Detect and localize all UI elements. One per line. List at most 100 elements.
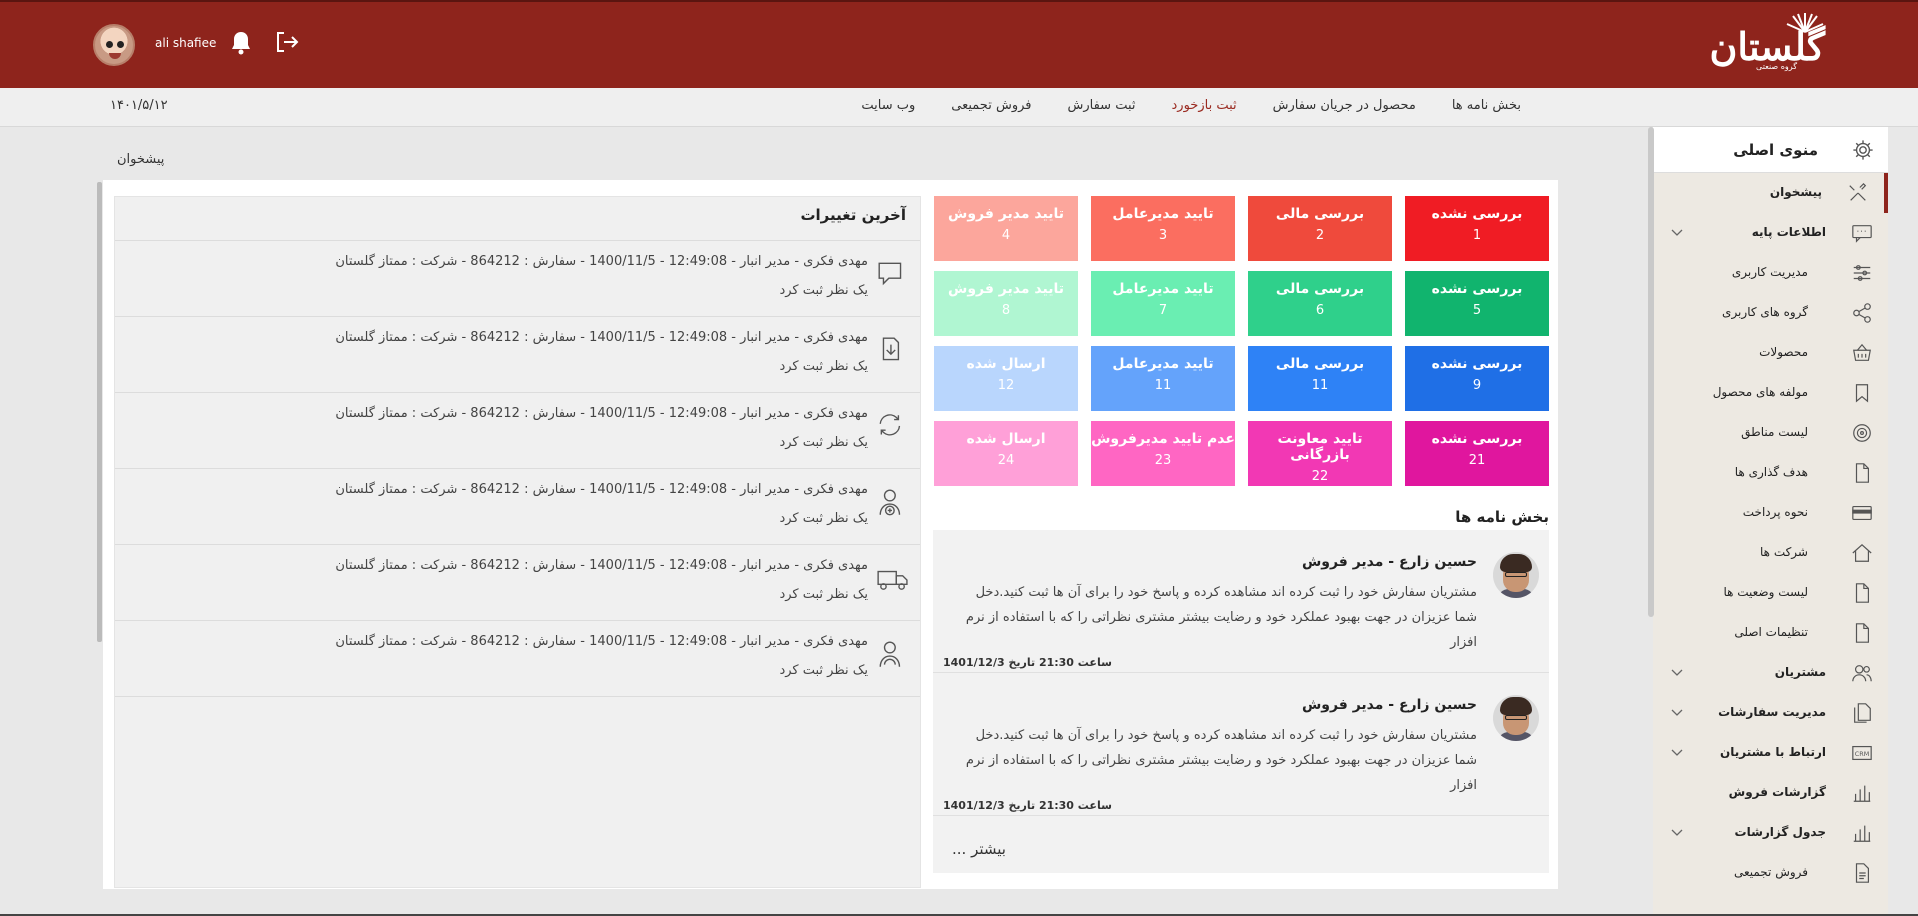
logout-icon[interactable] [274,30,300,54]
status-tile[interactable]: تایید مدیر فروش 4 [934,196,1078,261]
card-icon [1850,502,1874,524]
nav-link-products-in-order[interactable]: محصول در جریان سفارش [1273,98,1416,113]
document-icon [1850,462,1874,484]
sidebar-item-14[interactable]: CRM ارتباط با مشتریان [1653,733,1888,773]
chevron-down-icon[interactable] [1671,707,1683,717]
sidebar-item-10[interactable]: لیست وضعیت ها [1653,573,1888,613]
status-tile[interactable]: بررسی مالی 11 [1248,346,1392,411]
sidebar-item-15[interactable]: گزارشات فروش [1653,773,1888,813]
sidebar-item-2[interactable]: مدیریت کاربری [1653,253,1888,293]
house-icon [1850,542,1874,564]
sidebar-item-17[interactable]: فروش تجمیعی [1653,853,1888,893]
bar-chart-icon [1850,782,1874,804]
status-tile-count: 2 [1315,228,1325,243]
chevron-down-icon[interactable] [1671,747,1683,757]
users-icon [1850,662,1874,684]
status-tiles: بررسی نشده 1 بررسی مالی 2 تایید مدیرعامل 3 تای… [933,196,1549,486]
sidebar-item-6[interactable]: لیست مناطق [1653,413,1888,453]
change-detail: مهدی فکری - مدیر انبار - 12:49:08 - 1400… [335,558,868,573]
change-detail: مهدی فکری - مدیر انبار - 12:49:08 - 1400… [335,634,868,649]
change-row[interactable]: مهدی فکری - مدیر انبار - 12:49:08 - 1400… [115,620,920,696]
nav-link-website[interactable]: وب سایت [861,98,915,113]
nav-link-circulars[interactable]: بخش نامه ها [1452,98,1521,113]
sidebar-item-label: پیشخوان [1769,185,1822,199]
status-tile[interactable]: تایید معاونت بازرگانی 22 [1248,421,1392,486]
username[interactable]: ali shafiee [155,36,216,50]
status-tile[interactable]: ارسال شده 24 [934,421,1078,486]
status-tile[interactable]: عدم تایید مدیرفروش 23 [1091,421,1235,486]
status-tile-title: عدم تایید مدیرفروش [1091,431,1235,447]
sidebar-item-8[interactable]: نحوه پرداخت [1653,493,1888,533]
user-sync-icon [876,638,908,672]
status-tile-count: 23 [1154,453,1172,468]
change-action: یک نظر ثبت کرد [779,663,868,678]
circulars-panel: حسین زارع - مدیر فروش مشتریان سفارش خود ر… [933,530,1549,873]
change-action: یک نظر ثبت کرد [779,511,868,526]
nav-link-new-order[interactable]: ثبت سفارش [1068,98,1136,113]
status-tile[interactable]: بررسی نشده 21 [1405,421,1549,486]
nav-link-feedback[interactable]: ثبت بازخورد [1172,98,1237,113]
sidebar-item-label: فروش تجمیعی [1733,865,1808,879]
status-tile[interactable]: تایید مدیر فروش 8 [934,271,1078,336]
change-row[interactable]: مهدی فکری - مدیر انبار - 12:49:08 - 1400… [115,468,920,544]
status-tile-title: ارسال شده [966,356,1046,372]
more-link[interactable]: بیشتر ... [952,840,1006,858]
author-name: حسین زارع - مدیر فروش [1301,554,1477,570]
chevron-down-icon[interactable] [1671,667,1683,677]
change-row[interactable]: مهدی فکری - مدیر انبار - 12:49:08 - 1400… [115,544,920,620]
truck-icon [876,562,908,596]
tools-icon [1846,182,1870,204]
document-icon [1850,582,1874,604]
status-tile[interactable]: تایید مدیرعامل 7 [1091,271,1235,336]
target-icon [1850,422,1874,444]
sidebar-item-7[interactable]: هدف گذاری ها [1653,453,1888,493]
documents-icon [1850,702,1874,724]
change-row[interactable]: مهدی فکری - مدیر انبار - 12:49:08 - 1400… [115,240,920,316]
gear-icon[interactable] [1852,139,1874,161]
status-tile-count: 3 [1158,228,1168,243]
sidebar-scrollbar[interactable] [1648,127,1654,617]
status-tile-title: تایید معاونت بازرگانی [1277,431,1363,463]
circular-item[interactable]: حسین زارع - مدیر فروش مشتریان سفارش خود ر… [933,673,1549,816]
status-tile[interactable]: بررسی مالی 2 [1248,196,1392,261]
page-scrollbar[interactable] [97,182,102,642]
sidebar-item-label: مدیریت کاربری [1731,265,1808,279]
share-icon [1850,302,1874,324]
status-tile[interactable]: بررسی نشده 1 [1405,196,1549,261]
status-tile[interactable]: ارسال شده 12 [934,346,1078,411]
sidebar-item-5[interactable]: مولفه های محصول [1653,373,1888,413]
comment-icon [876,258,908,292]
top-bar: ali shafiee گلستان گروه صنعتی [0,0,1918,88]
sidebar-item-label: اطلاعات پایه [1751,225,1826,239]
status-tile[interactable]: بررسی مالی 6 [1248,271,1392,336]
status-tile[interactable]: تایید مدیرعامل 11 [1091,346,1235,411]
sidebar-item-13[interactable]: مدیریت سفارشات [1653,693,1888,733]
status-tile-title: ارسال شده [966,431,1046,447]
change-row[interactable]: مهدی فکری - مدیر انبار - 12:49:08 - 1400… [115,392,920,468]
status-tile-title: تایید مدیرعامل [1112,206,1214,222]
sidebar-item-16[interactable]: جدول گزارشات [1653,813,1888,853]
sidebar-item-4[interactable]: محصولات [1653,333,1888,373]
sidebar-item-1[interactable]: اطلاعات پایه [1653,213,1888,253]
sidebar-item-9[interactable]: شرکت ها [1653,533,1888,573]
status-tile-title: بررسی مالی [1275,281,1365,297]
bell-icon[interactable] [229,30,253,56]
sidebar-item-label: مشتریان [1774,665,1826,679]
chevron-down-icon[interactable] [1671,227,1683,237]
sidebar-item-12[interactable]: مشتریان [1653,653,1888,693]
status-tile-count: 22 [1311,469,1329,484]
sidebar-item-3[interactable]: گروه های کاربری [1653,293,1888,333]
status-tile-title: تایید مدیرعامل [1112,281,1214,297]
change-row[interactable]: مهدی فکری - مدیر انبار - 12:49:08 - 1400… [115,316,920,392]
user-avatar[interactable] [93,24,135,66]
nav-link-aggregate-sales[interactable]: فروش تجمیعی [951,98,1031,113]
circular-item[interactable]: حسین زارع - مدیر فروش مشتریان سفارش خود ر… [933,530,1549,673]
status-tile[interactable]: بررسی نشده 9 [1405,346,1549,411]
sidebar-item-0[interactable]: پیشخوان [1653,173,1888,213]
chevron-down-icon[interactable] [1671,827,1683,837]
status-tile[interactable]: بررسی نشده 5 [1405,271,1549,336]
sidebar-item-11[interactable]: تنظیمات اصلی [1653,613,1888,653]
sidebar-item-label: هدف گذاری ها [1734,465,1808,479]
sidebar-item-label: ارتباط با مشتریان [1719,745,1826,759]
status-tile[interactable]: تایید مدیرعامل 3 [1091,196,1235,261]
